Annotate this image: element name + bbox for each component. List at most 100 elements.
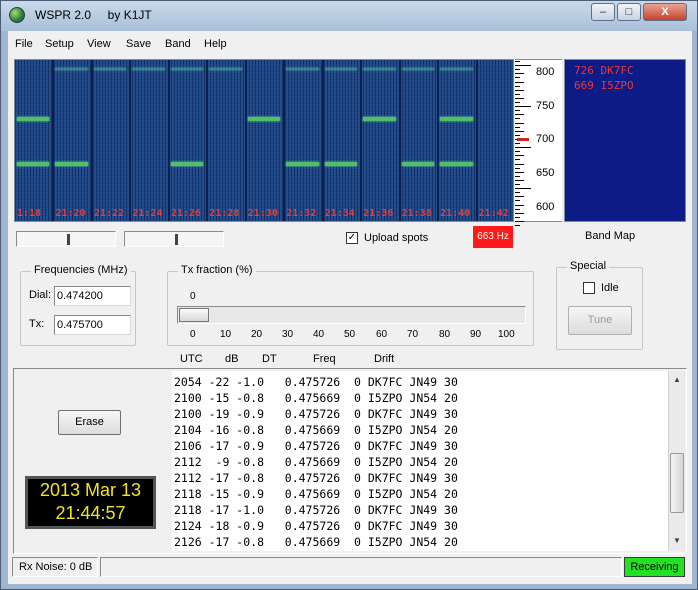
scale-tick xyxy=(515,93,520,95)
scale-label-600: 600 xyxy=(536,201,555,213)
decode-row[interactable]: 2112 -9 -0.8 0.475669 0 I5ZPO JN54 20 xyxy=(174,455,458,469)
scale-tick xyxy=(515,212,524,214)
idle-checkbox[interactable] xyxy=(583,282,595,294)
menu-save[interactable]: Save xyxy=(126,38,151,50)
scale-tick xyxy=(515,175,520,177)
title-bar[interactable]: WSPR 2.0 by K1JT – □ X xyxy=(1,1,697,31)
minimize-button[interactable]: – xyxy=(591,3,615,21)
waterfall-signal-trace xyxy=(401,67,435,70)
receiving-status: Receiving xyxy=(624,557,685,577)
waterfall-time-label: 21:40 xyxy=(440,208,471,219)
bandmap-entry: 669 I5ZPO xyxy=(574,79,634,92)
scale-tick xyxy=(515,171,524,173)
status-bar: Rx Noise: 0 dB Receiving xyxy=(8,557,692,579)
scrollbar-thumb[interactable] xyxy=(670,453,684,513)
decode-row[interactable]: 2054 -22 -1.0 0.475726 0 DK7FC JN49 30 xyxy=(174,375,458,389)
tx-label: Tx: xyxy=(29,318,45,330)
brightness-slider[interactable] xyxy=(16,231,116,247)
waterfall-time-label: 21:38 xyxy=(401,208,432,219)
upload-spots-checkbox[interactable]: ✓ xyxy=(346,232,358,244)
scale-tick xyxy=(515,130,524,132)
tx-scale-60: 60 xyxy=(376,329,388,340)
frequencies-title: Frequencies (MHz) xyxy=(31,264,131,276)
tx-frequency-marker xyxy=(517,138,529,141)
column-utc: UTC xyxy=(180,353,203,365)
scale-tick xyxy=(515,73,524,75)
decodes-scrollbar[interactable]: ▲ ▼ xyxy=(668,371,685,551)
bandmap-entry: 726 DK7FC xyxy=(574,64,634,77)
waterfall-column-separator xyxy=(129,60,132,221)
decode-row[interactable]: 2118 -17 -1.0 0.475726 0 DK7FC JN49 30 xyxy=(174,503,458,517)
scale-tick xyxy=(515,155,524,157)
window-title: WSPR 2.0 by K1JT xyxy=(35,8,152,22)
scale-label-650: 650 xyxy=(536,167,555,179)
scale-tick xyxy=(515,126,520,128)
tx-fraction-thumb[interactable] xyxy=(179,308,209,322)
dial-label: Dial: xyxy=(29,289,52,301)
waterfall-time-label: 21:26 xyxy=(170,208,201,219)
menu-file[interactable]: File xyxy=(15,38,33,50)
menu-view[interactable]: View xyxy=(87,38,111,50)
tx-frequency-input[interactable]: 0.475700 xyxy=(54,315,131,335)
waterfall-signal-trace xyxy=(286,161,319,166)
waterfall-column-separator xyxy=(398,60,401,221)
waterfall-signal-trace xyxy=(209,67,242,70)
waterfall-time-label: 21:34 xyxy=(324,208,355,219)
decode-row[interactable]: 2112 -17 -0.8 0.475726 0 DK7FC JN49 30 xyxy=(174,471,458,485)
waterfall-signal-trace xyxy=(17,161,50,166)
menu-setup[interactable]: Setup xyxy=(45,38,74,50)
column-dt: DT xyxy=(262,353,277,365)
menu-help[interactable]: Help xyxy=(204,38,227,50)
waterfall-signal-trace xyxy=(440,117,473,122)
waterfall-signal-trace xyxy=(170,161,204,166)
tx-fraction-slider[interactable] xyxy=(177,306,526,324)
decode-row[interactable]: 2124 -18 -0.9 0.475726 0 DK7FC JN49 30 xyxy=(174,519,458,533)
tx-scale-50: 50 xyxy=(344,329,356,340)
scale-tick xyxy=(515,225,520,226)
waterfall-column-separator xyxy=(244,60,247,221)
scale-tick xyxy=(515,102,520,103)
scale-tick xyxy=(515,106,531,108)
contrast-slider-thumb[interactable] xyxy=(175,234,178,245)
dial-frequency-input[interactable]: 0.474200 xyxy=(54,286,131,306)
decode-row[interactable]: 2100 -15 -0.8 0.475669 0 I5ZPO JN54 20 xyxy=(174,391,458,405)
waterfall-signal-trace xyxy=(17,117,50,122)
waterfall-time-label: 21:30 xyxy=(247,208,278,219)
scale-tick xyxy=(515,204,524,206)
decodes-list[interactable]: 2054 -22 -1.0 0.475726 0 DK7FC JN49 30 2… xyxy=(172,371,668,551)
decode-row[interactable]: 2100 -19 -0.9 0.475726 0 DK7FC JN49 30 xyxy=(174,407,458,421)
tx-scale-100: 100 xyxy=(498,329,515,340)
scale-tick xyxy=(515,118,520,120)
scroll-down-icon[interactable]: ▼ xyxy=(670,534,684,548)
scale-tick xyxy=(515,151,520,153)
waterfall-signal-trace xyxy=(93,67,127,70)
tx-scale-30: 30 xyxy=(282,329,294,340)
waterfall-display[interactable]: 1:18 21:20 21:22 21:24 21:26 21:28 21:30 21:32 2… xyxy=(14,59,514,222)
scale-tick xyxy=(515,147,531,149)
menu-band[interactable]: Band xyxy=(165,38,191,50)
tune-button[interactable]: Tune xyxy=(568,306,632,335)
scale-tick xyxy=(515,85,520,87)
status-spacer xyxy=(100,557,622,577)
scroll-up-icon[interactable]: ▲ xyxy=(670,373,684,387)
decode-row[interactable]: 2118 -15 -0.9 0.475669 0 I5ZPO JN54 20 xyxy=(174,487,458,501)
scale-tick xyxy=(515,163,524,165)
decode-row[interactable]: 2106 -17 -0.9 0.475726 0 DK7FC JN49 30 xyxy=(174,439,458,453)
waterfall-time-label: 21:24 xyxy=(132,208,163,219)
brightness-slider-thumb[interactable] xyxy=(67,234,70,245)
waterfall-signal-trace xyxy=(324,161,358,166)
contrast-slider[interactable] xyxy=(124,231,224,247)
tx-scale-80: 80 xyxy=(439,329,451,340)
tx-scale-40: 40 xyxy=(313,329,325,340)
erase-button[interactable]: Erase xyxy=(58,410,121,435)
tx-scale-90: 90 xyxy=(470,329,482,340)
waterfall-time-label: 21:32 xyxy=(286,208,317,219)
decode-row[interactable]: 2126 -17 -0.8 0.475669 0 I5ZPO JN54 20 xyxy=(174,535,458,549)
maximize-button[interactable]: □ xyxy=(617,3,641,21)
frequency-scale: 800 750 700 650 600 xyxy=(515,59,562,226)
special-title: Special xyxy=(567,260,610,272)
scale-tick xyxy=(515,122,524,124)
close-button[interactable]: X xyxy=(643,3,687,21)
decode-row[interactable]: 2104 -16 -0.8 0.475669 0 I5ZPO JN54 20 xyxy=(174,423,458,437)
menu-bar: File Setup View Save Band Help xyxy=(8,35,692,53)
